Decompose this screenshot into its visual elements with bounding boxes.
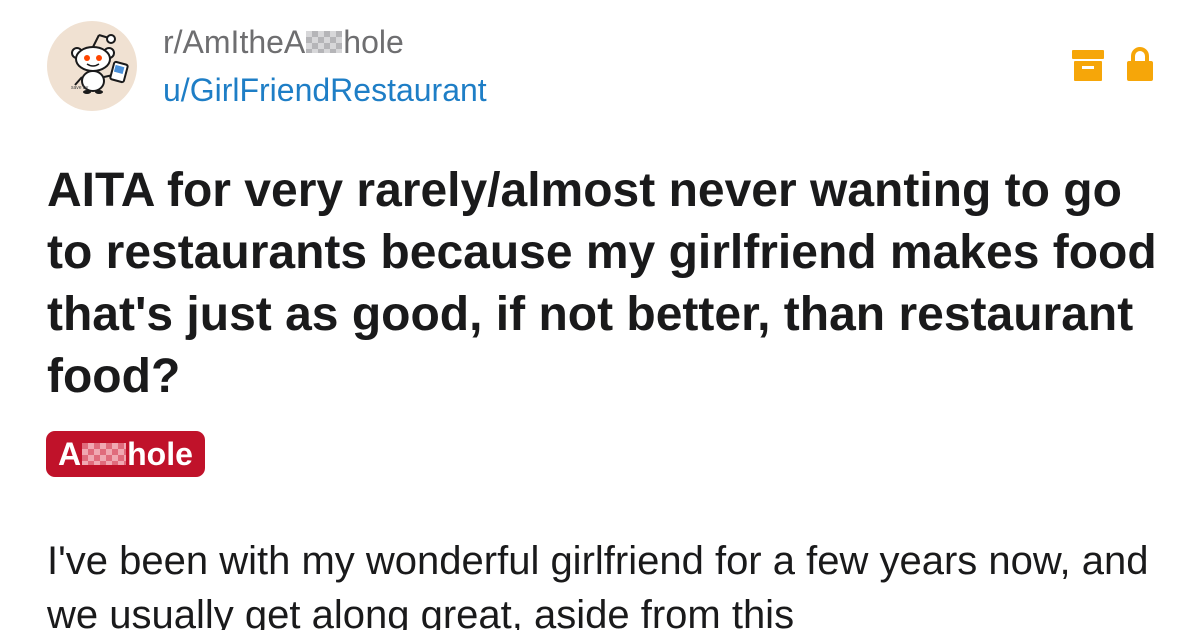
post-flair[interactable]: A hole <box>46 431 205 477</box>
flair-text-start: A <box>58 436 82 472</box>
lock-icon <box>1127 47 1153 81</box>
post-title[interactable]: AITA for very rarely/almost never wantin… <box>47 160 1167 408</box>
post-status-icons <box>1071 46 1155 82</box>
flair-censor-block <box>82 443 127 465</box>
reddit-post: save by r/AmItheA hole u/GirlFriendResta… <box>0 0 1200 630</box>
post-meta: r/AmItheA hole u/GirlFriendRestaurant <box>163 22 487 110</box>
subreddit-link[interactable]: r/AmItheA hole <box>163 22 487 62</box>
reddit-snoo-icon <box>71 34 129 94</box>
avatar-caption: save by <box>71 85 89 91</box>
censor-block <box>306 31 343 53</box>
archive-icon <box>1072 50 1104 81</box>
subreddit-name-start: r/AmItheA <box>163 24 306 60</box>
user-avatar[interactable]: save by <box>47 21 137 111</box>
post-body: I've been with my wonderful girlfriend f… <box>47 539 1149 630</box>
username-link[interactable]: u/GirlFriendRestaurant <box>163 70 487 110</box>
subreddit-name-end: hole <box>343 24 404 60</box>
flair-text-end: hole <box>127 436 193 472</box>
